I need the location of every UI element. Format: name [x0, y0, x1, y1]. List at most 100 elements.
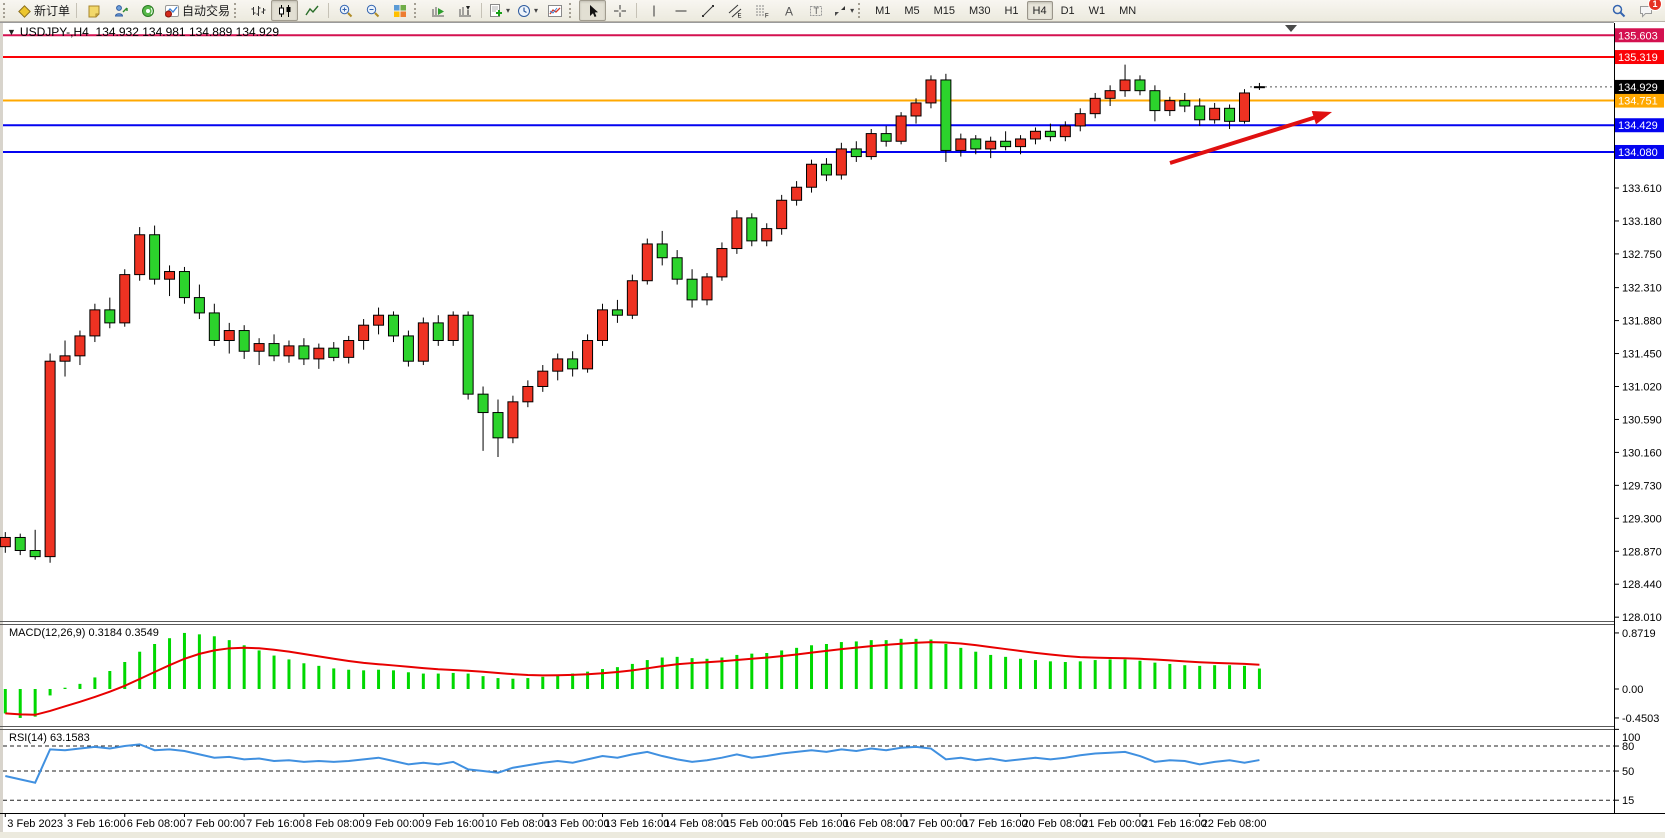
- text-label-tool-button[interactable]: T: [802, 0, 829, 21]
- time-tick-label: 22 Feb 08:00: [1202, 818, 1267, 830]
- candle: [687, 279, 697, 300]
- candle: [717, 249, 727, 277]
- time-tick-label: 15 Feb 16:00: [784, 818, 849, 830]
- candle: [508, 402, 518, 438]
- candle: [1075, 114, 1085, 126]
- candle: [269, 344, 279, 356]
- search-button[interactable]: [1605, 0, 1632, 21]
- timeframe-m15[interactable]: M15: [928, 1, 961, 20]
- hline-tool-button[interactable]: [667, 0, 694, 21]
- autoscroll-button[interactable]: [424, 0, 451, 21]
- chart-shift-button[interactable]: [451, 0, 478, 21]
- symbol-dropdown-arrow[interactable]: ▼: [7, 27, 16, 37]
- window-left-edge: [0, 22, 3, 838]
- candle: [762, 229, 772, 241]
- toolbar-grip: [858, 3, 865, 18]
- periods-dropdown[interactable]: ▾: [534, 7, 538, 15]
- candle: [30, 550, 40, 556]
- candle: [657, 244, 667, 258]
- candle: [881, 134, 891, 142]
- candle: [956, 139, 966, 150]
- crosshair-icon: [612, 3, 628, 19]
- time-tick-label: 8 Feb 08:00: [306, 818, 365, 830]
- periods-button[interactable]: ▾: [513, 0, 541, 21]
- timeframe-h4[interactable]: H4: [1027, 1, 1053, 20]
- cursor-tool-button[interactable]: [579, 0, 606, 21]
- candle: [194, 298, 204, 313]
- candle: [165, 272, 175, 280]
- timeframe-m5[interactable]: M5: [898, 1, 925, 20]
- price-tick-label: 131.020: [1622, 381, 1662, 393]
- channel-tool-button[interactable]: E: [721, 0, 748, 21]
- svg-text:T: T: [813, 6, 819, 16]
- price-tick-label: 132.310: [1622, 283, 1662, 295]
- candle: [1030, 131, 1040, 139]
- new-chart-button[interactable]: [80, 0, 107, 21]
- candle: [583, 341, 593, 369]
- autoscroll-icon: [430, 3, 446, 19]
- time-tick-label: 6 Feb 08:00: [127, 818, 186, 830]
- candle: [1016, 139, 1026, 147]
- line-chart-mode-button[interactable]: [298, 0, 325, 21]
- chart-title: ▼USDJPY-,H4 134.932 134.981 134.889 134.…: [7, 25, 279, 39]
- timeframe-m30[interactable]: M30: [963, 1, 996, 20]
- trendline-tool-button[interactable]: [694, 0, 721, 21]
- fibonacci-tool-button[interactable]: F: [748, 0, 775, 21]
- candle: [986, 141, 996, 149]
- crosshair-tool-button[interactable]: [606, 0, 633, 21]
- candle: [1254, 87, 1264, 88]
- autotrading-button[interactable]: 自动交易: [161, 0, 233, 21]
- candle: [1180, 101, 1190, 106]
- profiles-icon: [113, 3, 129, 19]
- time-tick-label: 13 Feb 16:00: [605, 818, 670, 830]
- candle: [1120, 80, 1130, 91]
- macd-scale-label: 0.00: [1622, 684, 1643, 696]
- add-indicator-button[interactable]: ▾: [485, 0, 513, 21]
- time-tick-label: 3 Feb 2023: [7, 818, 63, 830]
- autotrading-icon: [164, 3, 180, 19]
- time-tick-label: 3 Feb 16:00: [67, 818, 126, 830]
- clock-icon: [516, 3, 532, 19]
- text-label-icon: T: [808, 3, 824, 19]
- timeframe-mn[interactable]: MN: [1113, 1, 1142, 20]
- tile-windows-button[interactable]: [386, 0, 413, 21]
- candlestick-mode-button[interactable]: [271, 0, 298, 21]
- text-tool-button[interactable]: A: [775, 0, 802, 21]
- candle: [1105, 91, 1115, 99]
- candle: [836, 149, 846, 175]
- new-order-button[interactable]: 新订单: [13, 0, 73, 21]
- notifications-button[interactable]: 1: [1632, 0, 1659, 21]
- price-badge-134.429-label: 134.429: [1618, 120, 1658, 132]
- candle: [478, 394, 488, 412]
- candle: [1225, 108, 1235, 121]
- candle: [642, 244, 652, 281]
- timeframe-m1[interactable]: M1: [869, 1, 896, 20]
- arrows-icon: [832, 3, 848, 19]
- alerts-button[interactable]: [134, 0, 161, 21]
- templates-button[interactable]: [541, 0, 568, 21]
- arrows-tool-button[interactable]: ▾: [829, 0, 857, 21]
- candle: [239, 331, 249, 352]
- timeframe-d1[interactable]: D1: [1055, 1, 1081, 20]
- zoom-in-button[interactable]: [332, 0, 359, 21]
- candle: [433, 323, 443, 341]
- arrows-dropdown[interactable]: ▾: [850, 7, 854, 15]
- bar-chart-mode-button[interactable]: [244, 0, 271, 21]
- price-badge-134.751-label: 134.751: [1618, 96, 1658, 108]
- timeframe-h1[interactable]: H1: [998, 1, 1024, 20]
- add-indicator-dropdown[interactable]: ▾: [506, 7, 510, 15]
- candle: [911, 103, 921, 116]
- zoom-out-button[interactable]: [359, 0, 386, 21]
- candle: [941, 80, 951, 151]
- price-tick-label: 129.300: [1622, 513, 1662, 525]
- notification-count-badge: 1: [1648, 0, 1662, 11]
- search-icon: [1611, 3, 1627, 19]
- candle: [1045, 131, 1055, 136]
- candle: [359, 325, 369, 340]
- timeframe-w1[interactable]: W1: [1083, 1, 1112, 20]
- profiles-button[interactable]: [107, 0, 134, 21]
- chart-plot-area[interactable]: [3, 23, 1614, 621]
- vline-tool-button[interactable]: [640, 0, 667, 21]
- candle: [627, 281, 637, 315]
- time-tick-label: 7 Feb 00:00: [186, 818, 245, 830]
